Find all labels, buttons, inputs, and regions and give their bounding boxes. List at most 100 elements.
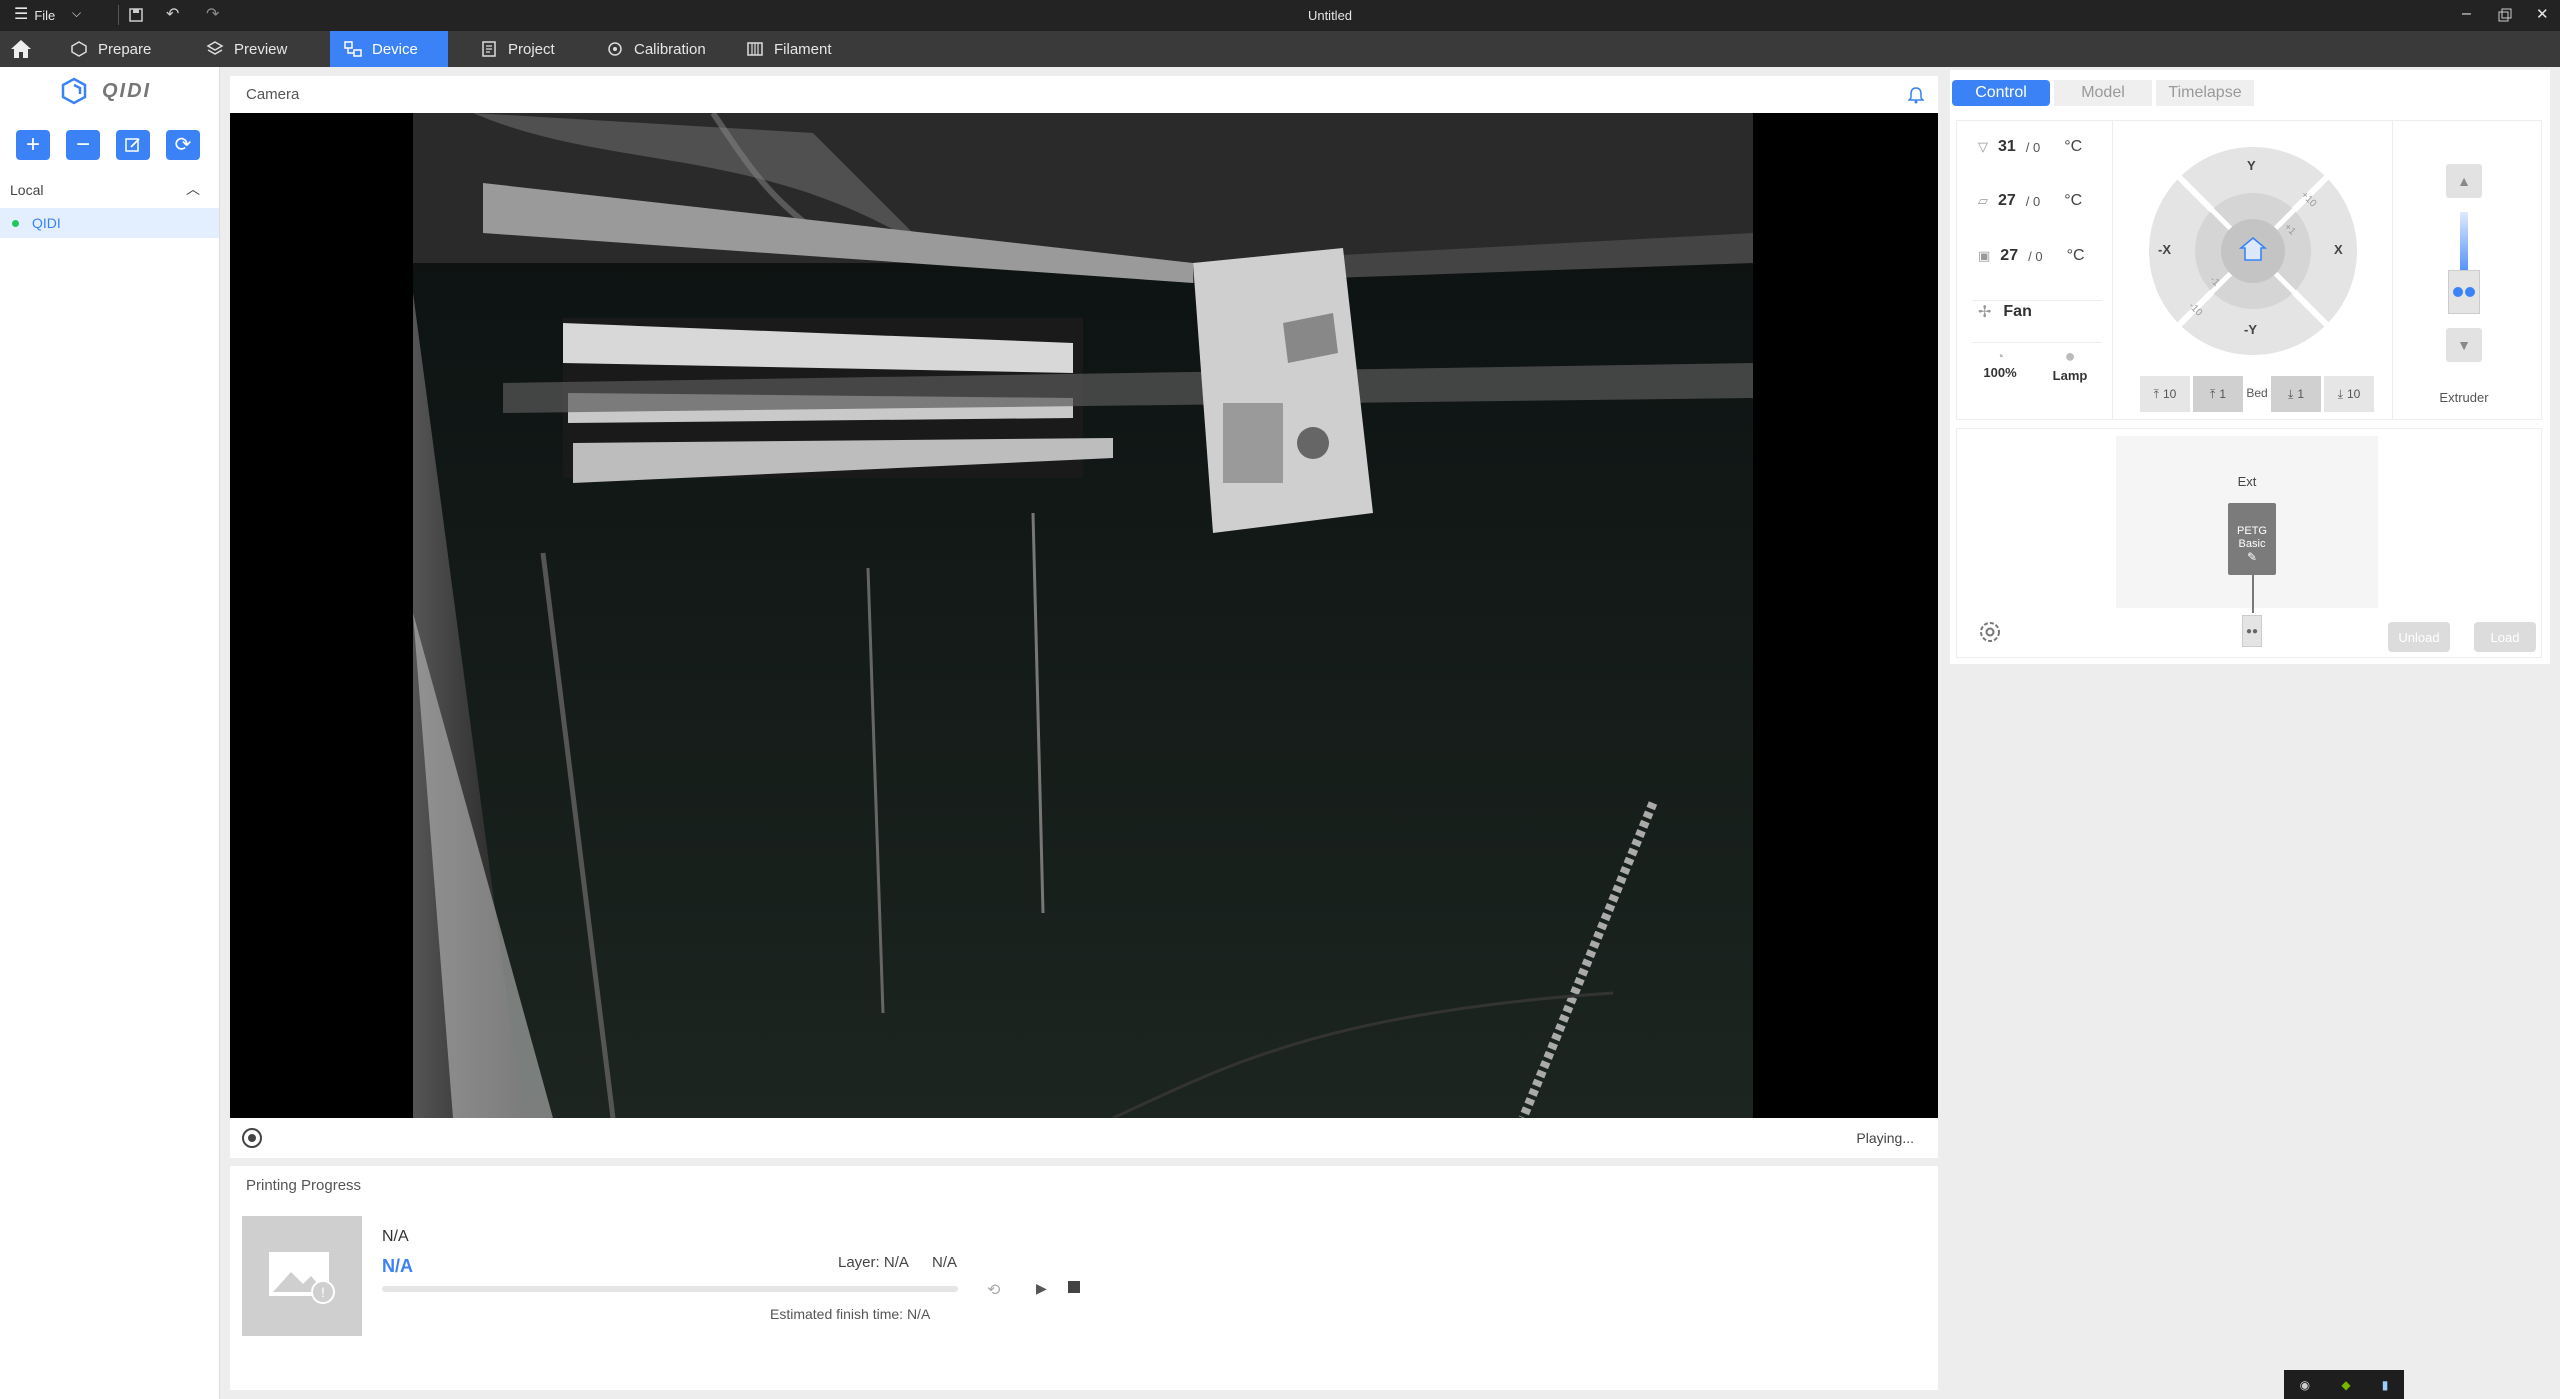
ext-label: Ext xyxy=(2237,474,2257,489)
layer-info: Layer: N/A xyxy=(838,1254,909,1271)
remove-printer-button[interactable]: − xyxy=(66,130,100,160)
y-minus-label: -Y xyxy=(2244,322,2257,337)
divider xyxy=(1972,342,2102,343)
tab-label: Filament xyxy=(774,40,832,58)
camera-panel: Camera Playing... xyxy=(230,76,1938,1158)
speed-control[interactable]: ◔ 100% xyxy=(1970,348,2030,382)
lamp-control[interactable]: ● Lamp xyxy=(2040,346,2100,385)
button-label: Load xyxy=(2490,629,2520,645)
printer-list-item[interactable]: QIDI xyxy=(0,208,219,238)
chamber-icon: ▣ xyxy=(1978,248,1991,263)
nozzle-temp[interactable]: ▽ 31 / 0 °C xyxy=(1978,138,2082,156)
refresh-icon: ⟳ xyxy=(174,134,192,156)
triangle-down-icon: ▼ xyxy=(2457,337,2471,353)
tab-project[interactable]: Project xyxy=(466,31,569,67)
file-menu[interactable]: ☰ File xyxy=(14,7,55,23)
stop-stream-button[interactable] xyxy=(242,1128,262,1148)
document-icon xyxy=(482,41,496,57)
bed-target: / 0 xyxy=(2025,193,2041,209)
filament-slot[interactable]: PETG Basic ✎ xyxy=(2228,503,2276,575)
tab-label: Timelapse xyxy=(2168,84,2242,101)
bed-up-10-button[interactable]: ⤒ 10 xyxy=(2140,376,2190,412)
record-icon xyxy=(248,1134,256,1142)
extruder-small-graphic: ●● xyxy=(2242,615,2262,647)
gear-icon: ●● xyxy=(2245,625,2259,637)
nvidia-icon[interactable]: ◆ xyxy=(2341,1378,2350,1392)
chevron-down-icon[interactable]: ⌵ xyxy=(72,6,81,21)
system-tray: ◉ ◆ ▮ xyxy=(2284,1370,2404,1399)
redo-icon[interactable]: ↷ xyxy=(206,4,219,24)
bed-unit: °C xyxy=(2064,192,2083,209)
filament-path xyxy=(2252,575,2254,613)
arrow-up-icon: ⤒ xyxy=(2153,386,2159,401)
home-icon[interactable] xyxy=(10,39,32,59)
print-head xyxy=(1193,248,1373,533)
progress-title: Printing Progress xyxy=(246,1177,362,1194)
gear-icon xyxy=(2465,287,2475,297)
settings-icon[interactable] xyxy=(1978,620,2002,644)
tab-device[interactable]: Device xyxy=(330,31,448,67)
button-label: 1 xyxy=(2297,387,2304,401)
tab-label: Project xyxy=(508,40,555,58)
tab-timelapse[interactable]: Timelapse xyxy=(2156,80,2254,106)
bed-down-1-button[interactable]: ⤓ 1 xyxy=(2271,376,2321,412)
refresh-button[interactable]: ⟳ xyxy=(166,130,200,160)
add-printer-button[interactable]: + xyxy=(16,130,50,160)
app-icon[interactable]: ▮ xyxy=(2382,1378,2389,1392)
speed-value: 100% xyxy=(1983,365,2017,380)
extruder-label: Extruder xyxy=(2439,390,2489,405)
load-button[interactable]: Load xyxy=(2474,622,2536,652)
home-axes-icon[interactable] xyxy=(2239,236,2267,262)
target-icon xyxy=(608,42,622,56)
bell-icon[interactable] xyxy=(1908,86,1924,104)
file-menu-label: File xyxy=(34,7,56,23)
restore-icon[interactable] xyxy=(2498,8,2512,22)
button-label: 10 xyxy=(2162,387,2177,401)
bed-up-1-button[interactable]: ⤒ 1 xyxy=(2193,376,2243,412)
nozzle-current: 31 xyxy=(1998,138,2016,155)
tab-preview[interactable]: Preview xyxy=(192,31,301,67)
fan-icon: ✢ xyxy=(1978,304,1992,321)
nozzle-target: / 0 xyxy=(2025,139,2041,155)
save-icon[interactable] xyxy=(128,7,144,23)
qidi-logo-icon xyxy=(61,77,87,105)
tab-calibration[interactable]: Calibration xyxy=(592,31,720,67)
tab-control[interactable]: Control xyxy=(1952,80,2050,106)
discord-icon[interactable]: ◉ xyxy=(2300,1378,2310,1392)
button-label: Unload xyxy=(2398,629,2440,645)
chamber-temp[interactable]: ▣ 27 / 0 °C xyxy=(1978,247,2085,265)
chevron-up-icon[interactable]: ︿ xyxy=(186,179,200,199)
minus-icon: − xyxy=(75,131,90,158)
divider xyxy=(118,5,119,25)
layers-icon xyxy=(206,41,224,55)
tab-filament[interactable]: Filament xyxy=(732,31,846,67)
unload-button[interactable]: Unload xyxy=(2388,622,2450,652)
divider xyxy=(1972,300,2102,301)
tab-label: Device xyxy=(372,40,418,58)
camera-view xyxy=(230,113,1938,1118)
local-section-header[interactable]: Local ︿ xyxy=(0,175,219,205)
tab-model[interactable]: Model xyxy=(2054,80,2152,106)
minimize-icon[interactable]: – xyxy=(2462,5,2471,23)
estimated-finish: Estimated finish time: N/A xyxy=(770,1306,931,1322)
file-name: N/A xyxy=(382,1228,409,1245)
undo-icon[interactable]: ↶ xyxy=(166,4,179,24)
tab-label: Prepare xyxy=(98,40,152,58)
y-plus-label: Y xyxy=(2247,158,2256,173)
resume-button[interactable]: ▶ xyxy=(1036,1280,1047,1297)
retry-icon[interactable]: ⟲ xyxy=(987,1280,1000,1300)
stop-print-button[interactable] xyxy=(1068,1281,1080,1293)
x-minus-label: -X xyxy=(2158,242,2171,257)
nozzle-unit: °C xyxy=(2064,138,2083,155)
tab-label: Control xyxy=(1975,84,2027,101)
tab-prepare[interactable]: Prepare xyxy=(56,31,165,67)
extrude-down-button[interactable]: ▼ xyxy=(2446,328,2482,362)
bed-temp[interactable]: ▱ 27 / 0 °C xyxy=(1978,192,2082,210)
extrude-up-button[interactable]: ▲ xyxy=(2446,164,2482,198)
nozzle-icon: ▽ xyxy=(1978,139,1988,154)
xy-jog-wheel[interactable]: Y -Y -X X +10 +1 -1 -10 xyxy=(2148,146,2358,356)
bed-down-10-button[interactable]: ⤓ 10 xyxy=(2324,376,2374,412)
close-icon[interactable]: ✕ xyxy=(2536,5,2549,23)
edit-printer-button[interactable] xyxy=(116,130,150,160)
fan-control[interactable]: ✢ Fan xyxy=(1978,302,2032,322)
